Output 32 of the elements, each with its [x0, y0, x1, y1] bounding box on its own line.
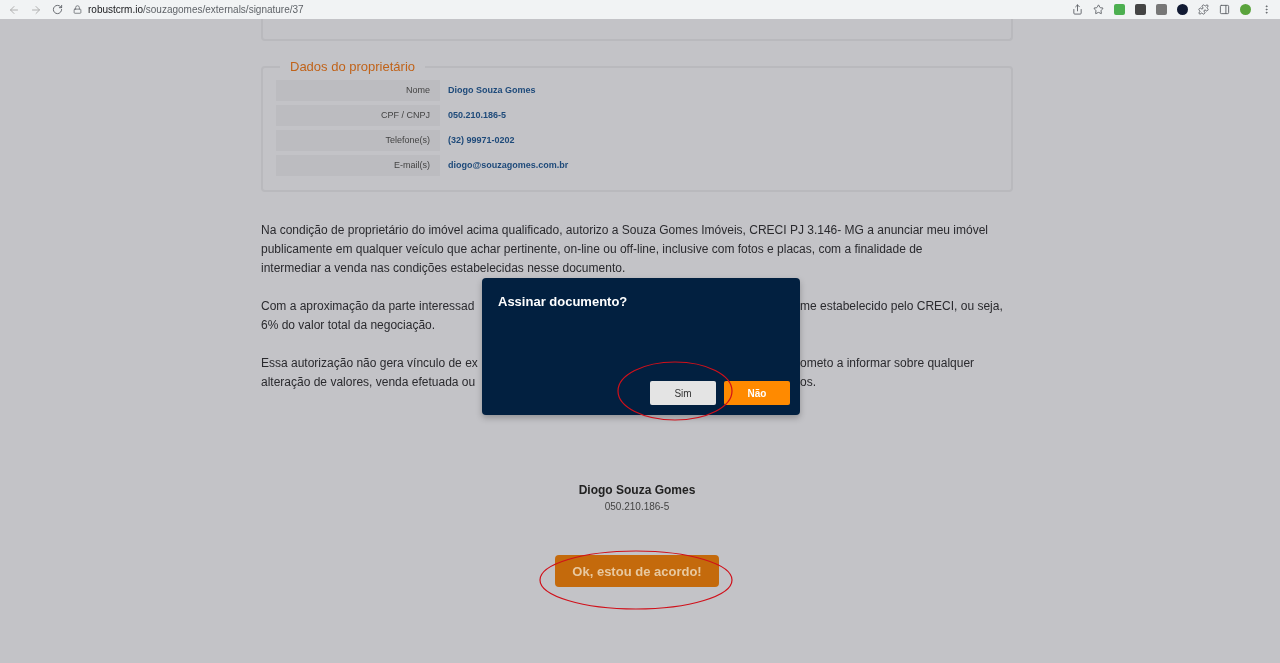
- avatar[interactable]: [1240, 4, 1251, 15]
- reload-icon[interactable]: [52, 4, 63, 15]
- share-icon[interactable]: [1072, 4, 1083, 15]
- field-value: diogo@souzagomes.com.br: [447, 159, 570, 172]
- field-label: E-mail(s): [276, 155, 440, 176]
- dialog-title: Assinar documento?: [498, 294, 629, 309]
- paragraph-text: Essa autorização não gera vínculo de ex: [261, 356, 478, 370]
- star-icon[interactable]: [1093, 4, 1104, 15]
- paragraph-text: os.: [800, 375, 816, 389]
- extension-icon[interactable]: [1177, 4, 1188, 15]
- field-label: CPF / CNPJ: [276, 105, 440, 126]
- section-title: Dados do proprietário: [289, 59, 417, 74]
- paragraph-text: Com a aproximação da parte interessad: [261, 299, 475, 313]
- paragraph-text: alteração de valores, venda efetuada ou: [261, 375, 476, 389]
- field-value: Diogo Souza Gomes: [447, 84, 537, 97]
- field-label: Nome: [276, 80, 440, 101]
- paragraph-text: me estabelecido pelo CRECI, ou seja,: [800, 299, 1003, 313]
- lock-icon: [73, 5, 82, 14]
- paragraph-text: Na condição de proprietário do imóvel acima qualificado, autorizo a Souza Gomes Imóveis, CRECI PJ 3.146- MG a anunciar meu imóvel: [261, 223, 988, 237]
- field-label: Telefone(s): [276, 130, 440, 151]
- paragraph-text: 6% do valor total da negociação.: [261, 318, 436, 332]
- dialog-button[interactable]: Sim: [650, 381, 716, 405]
- paragraph-text: intermediar a venda nas condições estabelecidas nesse documento.: [261, 261, 626, 275]
- side-panel-icon[interactable]: [1219, 4, 1230, 15]
- paragraph-text: ometo a informar sobre qualquer: [800, 356, 975, 370]
- signer-document: 050.210.186-5: [604, 501, 670, 512]
- paragraph-text: publicamente em qualquer veículo que achar pertinente, on-line ou off-line, inclusive com fotos e placas, com a finalidade de: [261, 242, 923, 256]
- signer-name: Diogo Souza Gomes: [578, 483, 696, 497]
- field-value: (32) 99971-0202: [447, 134, 516, 147]
- address-field[interactable]: robustcrm.io/souzagomes/externals/signature/37: [88, 4, 304, 15]
- field-value: 050.210.186-5: [447, 109, 508, 122]
- puzzle-icon[interactable]: [1198, 4, 1209, 15]
